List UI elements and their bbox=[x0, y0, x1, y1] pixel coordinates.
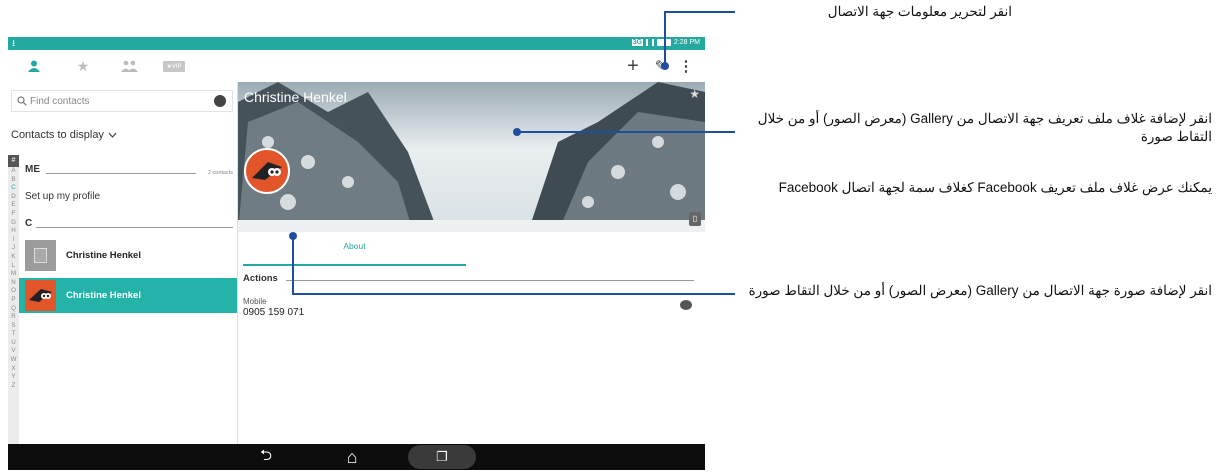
search-box[interactable]: Find contacts bbox=[11, 90, 233, 112]
index-letter[interactable]: G bbox=[8, 219, 19, 228]
recents-button[interactable]: ❐ bbox=[430, 444, 454, 470]
index-letter[interactable]: N bbox=[8, 279, 19, 288]
home-button[interactable]: ⌂ bbox=[340, 444, 364, 470]
set-up-profile-link[interactable]: Set up my profile bbox=[25, 191, 100, 202]
index-letter[interactable]: W bbox=[8, 356, 19, 365]
index-letter[interactable]: R bbox=[8, 313, 19, 322]
index-hash[interactable]: # bbox=[8, 155, 19, 167]
index-letter[interactable]: F bbox=[8, 210, 19, 219]
index-letter[interactable]: I bbox=[8, 236, 19, 245]
c-section-label: C bbox=[25, 218, 33, 229]
avatar bbox=[25, 240, 56, 271]
vip-icon: ★VIP bbox=[163, 60, 185, 72]
me-section-label: ME bbox=[25, 164, 40, 175]
app-toolbar: ★ ★VIP + ✎ ⋮ bbox=[8, 50, 705, 82]
me-section-divider bbox=[46, 173, 196, 174]
tab-favorites[interactable]: ★ bbox=[73, 56, 93, 76]
status-time: 2:28 PM bbox=[673, 39, 700, 46]
tablet-screen: ⭳ 3G 2:28 PM ★ ★VIP + ✎ ⋮ Find contacts bbox=[8, 37, 705, 470]
index-letter[interactable]: K bbox=[8, 253, 19, 262]
contact-card-icon bbox=[34, 248, 47, 263]
index-letter[interactable]: Z bbox=[8, 382, 19, 391]
search-input[interactable]: Find contacts bbox=[30, 96, 89, 107]
mobile-number[interactable]: 0905 159 071 bbox=[243, 307, 304, 318]
index-letter[interactable]: O bbox=[8, 287, 19, 296]
index-letter[interactable]: T bbox=[8, 330, 19, 339]
contact-name: Christine Henkel bbox=[66, 250, 141, 261]
index-letter[interactable]: V bbox=[8, 347, 19, 356]
message-icon[interactable] bbox=[680, 300, 692, 310]
index-letter[interactable]: E bbox=[8, 201, 19, 210]
favorite-star-icon[interactable]: ★ bbox=[689, 87, 700, 101]
photo-callout-text: انقر لإضافة صورة جهة الاتصال من Gallery … bbox=[748, 283, 1212, 298]
index-letter[interactable]: M bbox=[8, 270, 19, 279]
tab-contacts[interactable] bbox=[24, 56, 44, 76]
facebook-icon[interactable]: ▯ bbox=[689, 212, 701, 226]
contacts-to-display-dropdown[interactable]: Contacts to display bbox=[11, 129, 117, 141]
owl-logo-icon bbox=[252, 162, 282, 180]
alphabet-index[interactable]: # ABCDEFGHIJKLMNOPQRSTUVWXYZ bbox=[8, 155, 19, 444]
c-section-divider bbox=[36, 227, 233, 228]
add-contact-button[interactable]: + bbox=[624, 55, 642, 77]
index-letter[interactable]: C bbox=[8, 184, 19, 193]
download-icon: ⭳ bbox=[12, 38, 16, 48]
contact-detail-pane: Christine Henkel ★ ▯ About Actions Mobil… bbox=[238, 82, 705, 444]
group-icon bbox=[121, 60, 138, 72]
contacts-to-display-label: Contacts to display bbox=[11, 129, 104, 141]
mobile-label: Mobile bbox=[243, 297, 267, 306]
person-icon bbox=[28, 60, 40, 72]
contact-name: Christine Henkel bbox=[66, 290, 141, 301]
battery-icon bbox=[656, 39, 671, 46]
list-item-selected[interactable]: Christine Henkel bbox=[19, 278, 237, 313]
navigation-bar: ⮌ ⌂ ❐ bbox=[8, 444, 705, 470]
edit-contact-button[interactable]: ✎ bbox=[652, 56, 670, 76]
contact-photo[interactable] bbox=[244, 148, 290, 194]
index-letter[interactable]: B bbox=[8, 176, 19, 185]
tab-about-indicator bbox=[243, 264, 466, 266]
actions-divider bbox=[286, 280, 694, 281]
cover-callout-text: انقر لإضافة غلاف ملف تعريف جهة الاتصال م… bbox=[757, 111, 1212, 144]
index-letter[interactable]: J bbox=[8, 244, 19, 253]
owl-logo-icon bbox=[29, 289, 52, 302]
signal-icon bbox=[645, 39, 654, 46]
index-letter[interactable]: Q bbox=[8, 305, 19, 314]
status-bar: ⭳ 3G 2:28 PM bbox=[8, 37, 705, 50]
tab-groups[interactable] bbox=[118, 56, 142, 76]
actions-label: Actions bbox=[243, 273, 278, 284]
back-button[interactable]: ⮌ bbox=[254, 444, 278, 470]
search-icon bbox=[17, 96, 27, 106]
star-icon: ★ bbox=[76, 57, 90, 74]
contacts-list-pane: Find contacts Contacts to display # ABCD… bbox=[8, 82, 238, 444]
index-letter[interactable]: P bbox=[8, 296, 19, 305]
edit-callout-text: انقر لتحرير معلومات جهة الاتصال bbox=[827, 4, 1012, 19]
index-letter[interactable]: A bbox=[8, 167, 19, 176]
network-indicator: 3G bbox=[631, 39, 643, 46]
list-item[interactable]: Christine Henkel bbox=[19, 238, 237, 273]
index-letter[interactable]: S bbox=[8, 322, 19, 331]
overflow-menu-button[interactable]: ⋮ bbox=[679, 56, 694, 76]
index-letters: ABCDEFGHIJKLMNOPQRSTUVWXYZ bbox=[8, 167, 19, 390]
index-letter[interactable]: U bbox=[8, 339, 19, 348]
index-letter[interactable]: H bbox=[8, 227, 19, 236]
cover-photo[interactable]: Christine Henkel ★ ▯ bbox=[238, 82, 705, 232]
tab-vip[interactable]: ★VIP bbox=[161, 56, 187, 76]
index-letter[interactable]: D bbox=[8, 193, 19, 202]
tab-about[interactable]: About bbox=[243, 241, 466, 251]
chevron-down-icon bbox=[108, 132, 117, 138]
me-contact-count: 2 contacts bbox=[207, 170, 233, 176]
status-icons: 3G 2:28 PM bbox=[631, 39, 700, 46]
microphone-icon[interactable] bbox=[214, 95, 226, 107]
index-letter[interactable]: Y bbox=[8, 373, 19, 382]
avatar bbox=[25, 280, 56, 311]
contact-title: Christine Henkel bbox=[244, 89, 347, 105]
index-letter[interactable]: X bbox=[8, 365, 19, 374]
facebook-callout-text: يمكنك عرض غلاف ملف تعريف Facebook كغلاف … bbox=[778, 180, 1212, 195]
index-letter[interactable]: L bbox=[8, 262, 19, 271]
